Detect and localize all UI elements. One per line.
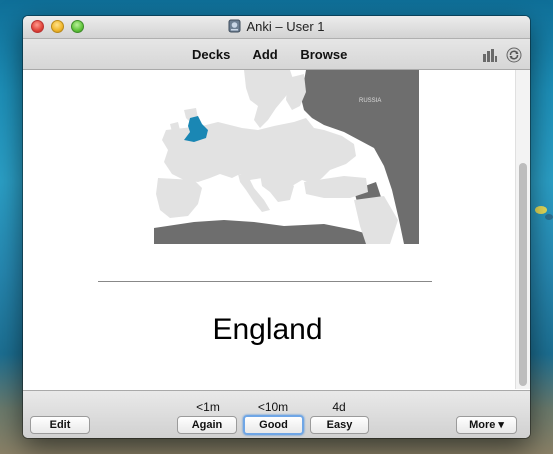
question-answer-divider: [98, 281, 432, 282]
card-review-area: RUSSIA England: [23, 70, 530, 389]
easy-interval: 4d: [332, 400, 346, 414]
scrollbar-thumb[interactable]: [519, 163, 527, 386]
toolbar-nav: Decks Add Browse: [192, 47, 366, 62]
more-button[interactable]: More ▾: [456, 416, 517, 434]
stats-icon[interactable]: [482, 47, 498, 63]
wallpaper-fish: [535, 206, 547, 214]
toolbar-icons: [482, 46, 522, 64]
window-title-text: Anki – User 1: [246, 19, 325, 34]
edit-button[interactable]: Edit: [30, 416, 90, 434]
map-russia-label: RUSSIA: [359, 98, 381, 104]
window-title: Anki – User 1: [23, 19, 530, 34]
answer-text: England: [212, 313, 323, 346]
europe-map-image: RUSSIA: [154, 70, 419, 244]
wallpaper-fish-2: [545, 214, 553, 220]
title-bar[interactable]: Anki – User 1: [23, 16, 530, 39]
anki-window: Anki – User 1 Decks Add Browse RUSSIA En…: [23, 16, 530, 438]
main-toolbar: Decks Add Browse: [23, 39, 530, 70]
good-interval: <10m: [257, 400, 289, 414]
again-interval: <1m: [196, 400, 220, 414]
answer-bar: Edit <1m Again <10m Good 4d Easy More ▾: [23, 390, 530, 438]
good-button[interactable]: Good: [243, 415, 304, 435]
again-button[interactable]: Again: [177, 416, 237, 434]
easy-button[interactable]: Easy: [310, 416, 369, 434]
sync-icon[interactable]: [506, 47, 522, 63]
anki-app-icon: [228, 19, 241, 33]
decks-link[interactable]: Decks: [192, 47, 230, 62]
add-link[interactable]: Add: [252, 47, 277, 62]
vertical-scrollbar[interactable]: [515, 70, 530, 389]
browse-link[interactable]: Browse: [300, 47, 347, 62]
